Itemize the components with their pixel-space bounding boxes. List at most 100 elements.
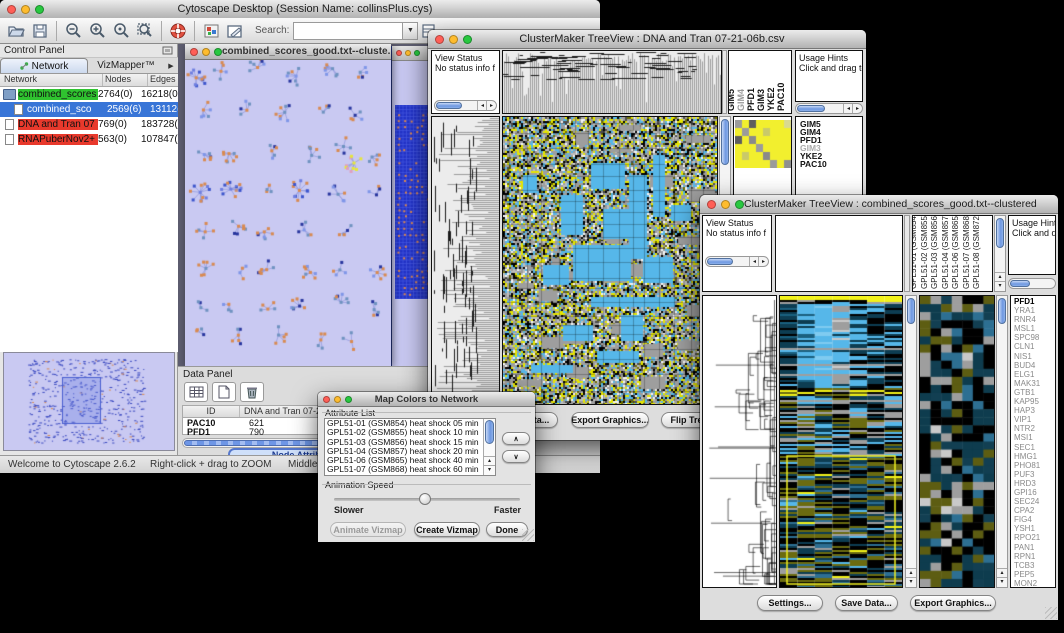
animation-speed-slider[interactable] bbox=[334, 498, 520, 501]
tv2-gene-label[interactable]: MSL1 bbox=[1014, 324, 1055, 333]
tv2-gene-label[interactable]: PUF3 bbox=[1014, 470, 1055, 479]
tv2-gene-label[interactable]: PAN1 bbox=[1014, 543, 1055, 552]
close-icon[interactable] bbox=[707, 200, 716, 209]
tv2-gene-label[interactable]: BUD4 bbox=[1014, 361, 1055, 370]
tv2-gene-label[interactable]: PEP5 bbox=[1014, 570, 1055, 579]
network-list-row[interactable]: combined_scores2764(0)16218(0) bbox=[0, 87, 178, 102]
dialog-title-bar[interactable]: Map Colors to Network bbox=[318, 392, 535, 407]
animate-vizmap-button[interactable]: Animate Vizmap bbox=[330, 522, 406, 537]
attribute-list-item[interactable]: GPL51-04 (GSM857) heat shock 20 min bbox=[325, 447, 495, 456]
zoom-window-icon[interactable] bbox=[35, 5, 44, 14]
tv2-gene-label[interactable]: PHO81 bbox=[1014, 461, 1055, 470]
network-view-title-bar[interactable]: combined_scores_good.txt--cluste... bbox=[185, 44, 391, 60]
tv2-gene-label[interactable]: RNR4 bbox=[1014, 315, 1055, 324]
tv1-row-dendrogram-canvas[interactable] bbox=[432, 117, 499, 404]
tv2-gene-label[interactable]: HRD3 bbox=[1014, 479, 1055, 488]
vizmapper-button[interactable] bbox=[199, 20, 223, 42]
network-overview-panel[interactable] bbox=[3, 352, 175, 451]
tv2-gene-label[interactable]: HMG1 bbox=[1014, 452, 1055, 461]
minimize-icon[interactable] bbox=[449, 35, 458, 44]
tv2-gene-list[interactable]: PFD1YRA1RNR4MSL1SPC98CLN1NIS1BUD4ELG1MAK… bbox=[1010, 295, 1056, 588]
network-canvas[interactable] bbox=[186, 59, 390, 364]
resize-grip[interactable] bbox=[1045, 607, 1057, 619]
tv1-zoom-matrix-canvas[interactable] bbox=[735, 120, 791, 168]
column-header-edges[interactable]: Edges bbox=[148, 74, 178, 86]
tv1-heatmap[interactable] bbox=[502, 116, 718, 405]
tv1-column-dendrogram-canvas[interactable] bbox=[503, 51, 721, 113]
tv1-gene-label[interactable]: PAC10 bbox=[800, 160, 862, 168]
tv2-zoom-heatmap[interactable] bbox=[919, 295, 995, 588]
scrollbar-thumb[interactable] bbox=[907, 298, 915, 324]
help-button[interactable] bbox=[166, 20, 190, 42]
annotation-button[interactable] bbox=[223, 20, 247, 42]
tv2-gene-label[interactable]: TCB3 bbox=[1014, 561, 1055, 570]
scrollbar-thumb[interactable] bbox=[1010, 280, 1030, 287]
minimize-icon[interactable] bbox=[721, 200, 730, 209]
tv1-column-label[interactable]: GIM3 bbox=[756, 89, 766, 111]
zoom-in-button[interactable] bbox=[85, 20, 109, 42]
save-session-button[interactable] bbox=[28, 20, 52, 42]
zoom-out-button[interactable] bbox=[61, 20, 85, 42]
move-attribute-down-button[interactable]: ∨ bbox=[502, 450, 530, 463]
tv2-gene-label[interactable]: MAK31 bbox=[1014, 379, 1055, 388]
tv2-gene-label[interactable]: FIG4 bbox=[1014, 515, 1055, 524]
tab-network[interactable]: Network bbox=[0, 58, 88, 73]
tv2-column-label[interactable]: GPL51-07 (GSM868) bbox=[962, 215, 971, 289]
scrollbar-thumb[interactable] bbox=[707, 258, 733, 265]
network-list-row[interactable]: DNA and Tran 07769(0)183728(0) bbox=[0, 117, 178, 132]
tv2-row-dendrogram-canvas[interactable] bbox=[703, 296, 776, 587]
tv1-column-dendrogram[interactable] bbox=[502, 50, 722, 114]
column-header-network[interactable]: Network bbox=[0, 74, 103, 86]
tv2-gene-label[interactable]: RPO21 bbox=[1014, 533, 1055, 542]
network-list-row[interactable]: combined_sco2569(6)13112(15) bbox=[0, 102, 178, 117]
tv2-gene-label[interactable]: YRA1 bbox=[1014, 306, 1055, 315]
create-vizmap-button[interactable]: Create Vizmap bbox=[414, 522, 480, 537]
tv2-status-hscrollbar[interactable]: ◂ ▸ bbox=[705, 256, 769, 267]
scrollbar-thumb[interactable] bbox=[996, 218, 1004, 248]
tv2-heatmap-canvas[interactable] bbox=[780, 296, 902, 587]
tab-vizmapper[interactable]: VizMapper™ bbox=[88, 58, 164, 73]
zoom-window-icon[interactable] bbox=[463, 35, 472, 44]
tv1-column-label[interactable]: GIM5 bbox=[728, 89, 736, 111]
tv1-splitter[interactable] bbox=[722, 50, 727, 114]
search-dropdown-button[interactable]: ▼ bbox=[403, 22, 418, 40]
search-input[interactable] bbox=[293, 22, 403, 40]
tv2-labels-vscrollbar[interactable]: ▴ ▾ bbox=[994, 215, 1006, 292]
tv2-heatmap-vscrollbar[interactable]: ▴ ▾ bbox=[905, 295, 917, 588]
scrollbar-thumb[interactable] bbox=[721, 119, 729, 165]
tv2-gene-label[interactable]: YSH1 bbox=[1014, 524, 1055, 533]
float-panel-icon[interactable] bbox=[162, 46, 174, 56]
tv1-gene-label[interactable]: GIM4 bbox=[800, 128, 862, 136]
zoom-window-icon[interactable] bbox=[735, 200, 744, 209]
tv2-gene-label[interactable]: MSI1 bbox=[1014, 433, 1055, 442]
attribute-list-item[interactable]: GPL51-02 (GSM855) heat shock 10 min bbox=[325, 428, 495, 437]
tv2-gene-label[interactable]: SEC1 bbox=[1014, 443, 1055, 452]
tv1-gene-label[interactable]: PFD1 bbox=[800, 136, 862, 144]
scroll-down-icon[interactable]: ▾ bbox=[484, 465, 495, 475]
tv2-zoom-vscrollbar[interactable]: ▴ ▾ bbox=[996, 295, 1008, 588]
resize-grip[interactable] bbox=[522, 529, 534, 541]
tv2-heatmap[interactable] bbox=[779, 295, 903, 588]
zoom-fit-button[interactable] bbox=[133, 20, 157, 42]
tv1-gene-label[interactable]: YKE2 bbox=[800, 152, 862, 160]
treeview-dna-title-bar[interactable]: ClusterMaker TreeView : DNA and Tran 07-… bbox=[428, 30, 866, 49]
close-icon[interactable] bbox=[435, 35, 444, 44]
tv1-column-label[interactable]: GIM4 bbox=[736, 89, 746, 111]
tv2-gene-label[interactable]: CPA2 bbox=[1014, 506, 1055, 515]
main-title-bar[interactable]: Cytoscape Desktop (Session Name: collins… bbox=[0, 0, 600, 19]
minimize-icon[interactable] bbox=[21, 5, 30, 14]
minimize-icon[interactable] bbox=[202, 48, 210, 56]
tab-overflow-button[interactable]: ▶ bbox=[164, 58, 178, 73]
tv1-heatmap-canvas[interactable] bbox=[503, 117, 717, 404]
zoom-window-icon[interactable] bbox=[345, 396, 352, 403]
tv2-gene-label[interactable]: CLN1 bbox=[1014, 342, 1055, 351]
scrollbar-thumb[interactable] bbox=[436, 102, 462, 109]
minimize-icon[interactable] bbox=[405, 50, 411, 56]
tv2-column-label[interactable]: GPL51-04 (GSM857) bbox=[941, 215, 950, 289]
tv2-gene-label[interactable]: RPN1 bbox=[1014, 552, 1055, 561]
tv2-save-data-button[interactable]: Save Data... bbox=[835, 595, 898, 611]
tv2-gene-label[interactable]: GPI16 bbox=[1014, 488, 1055, 497]
tv1-status-hscrollbar[interactable]: ◂ ▸ bbox=[434, 100, 497, 111]
tv2-gene-label[interactable]: ELG1 bbox=[1014, 370, 1055, 379]
slider-thumb[interactable] bbox=[419, 493, 431, 505]
